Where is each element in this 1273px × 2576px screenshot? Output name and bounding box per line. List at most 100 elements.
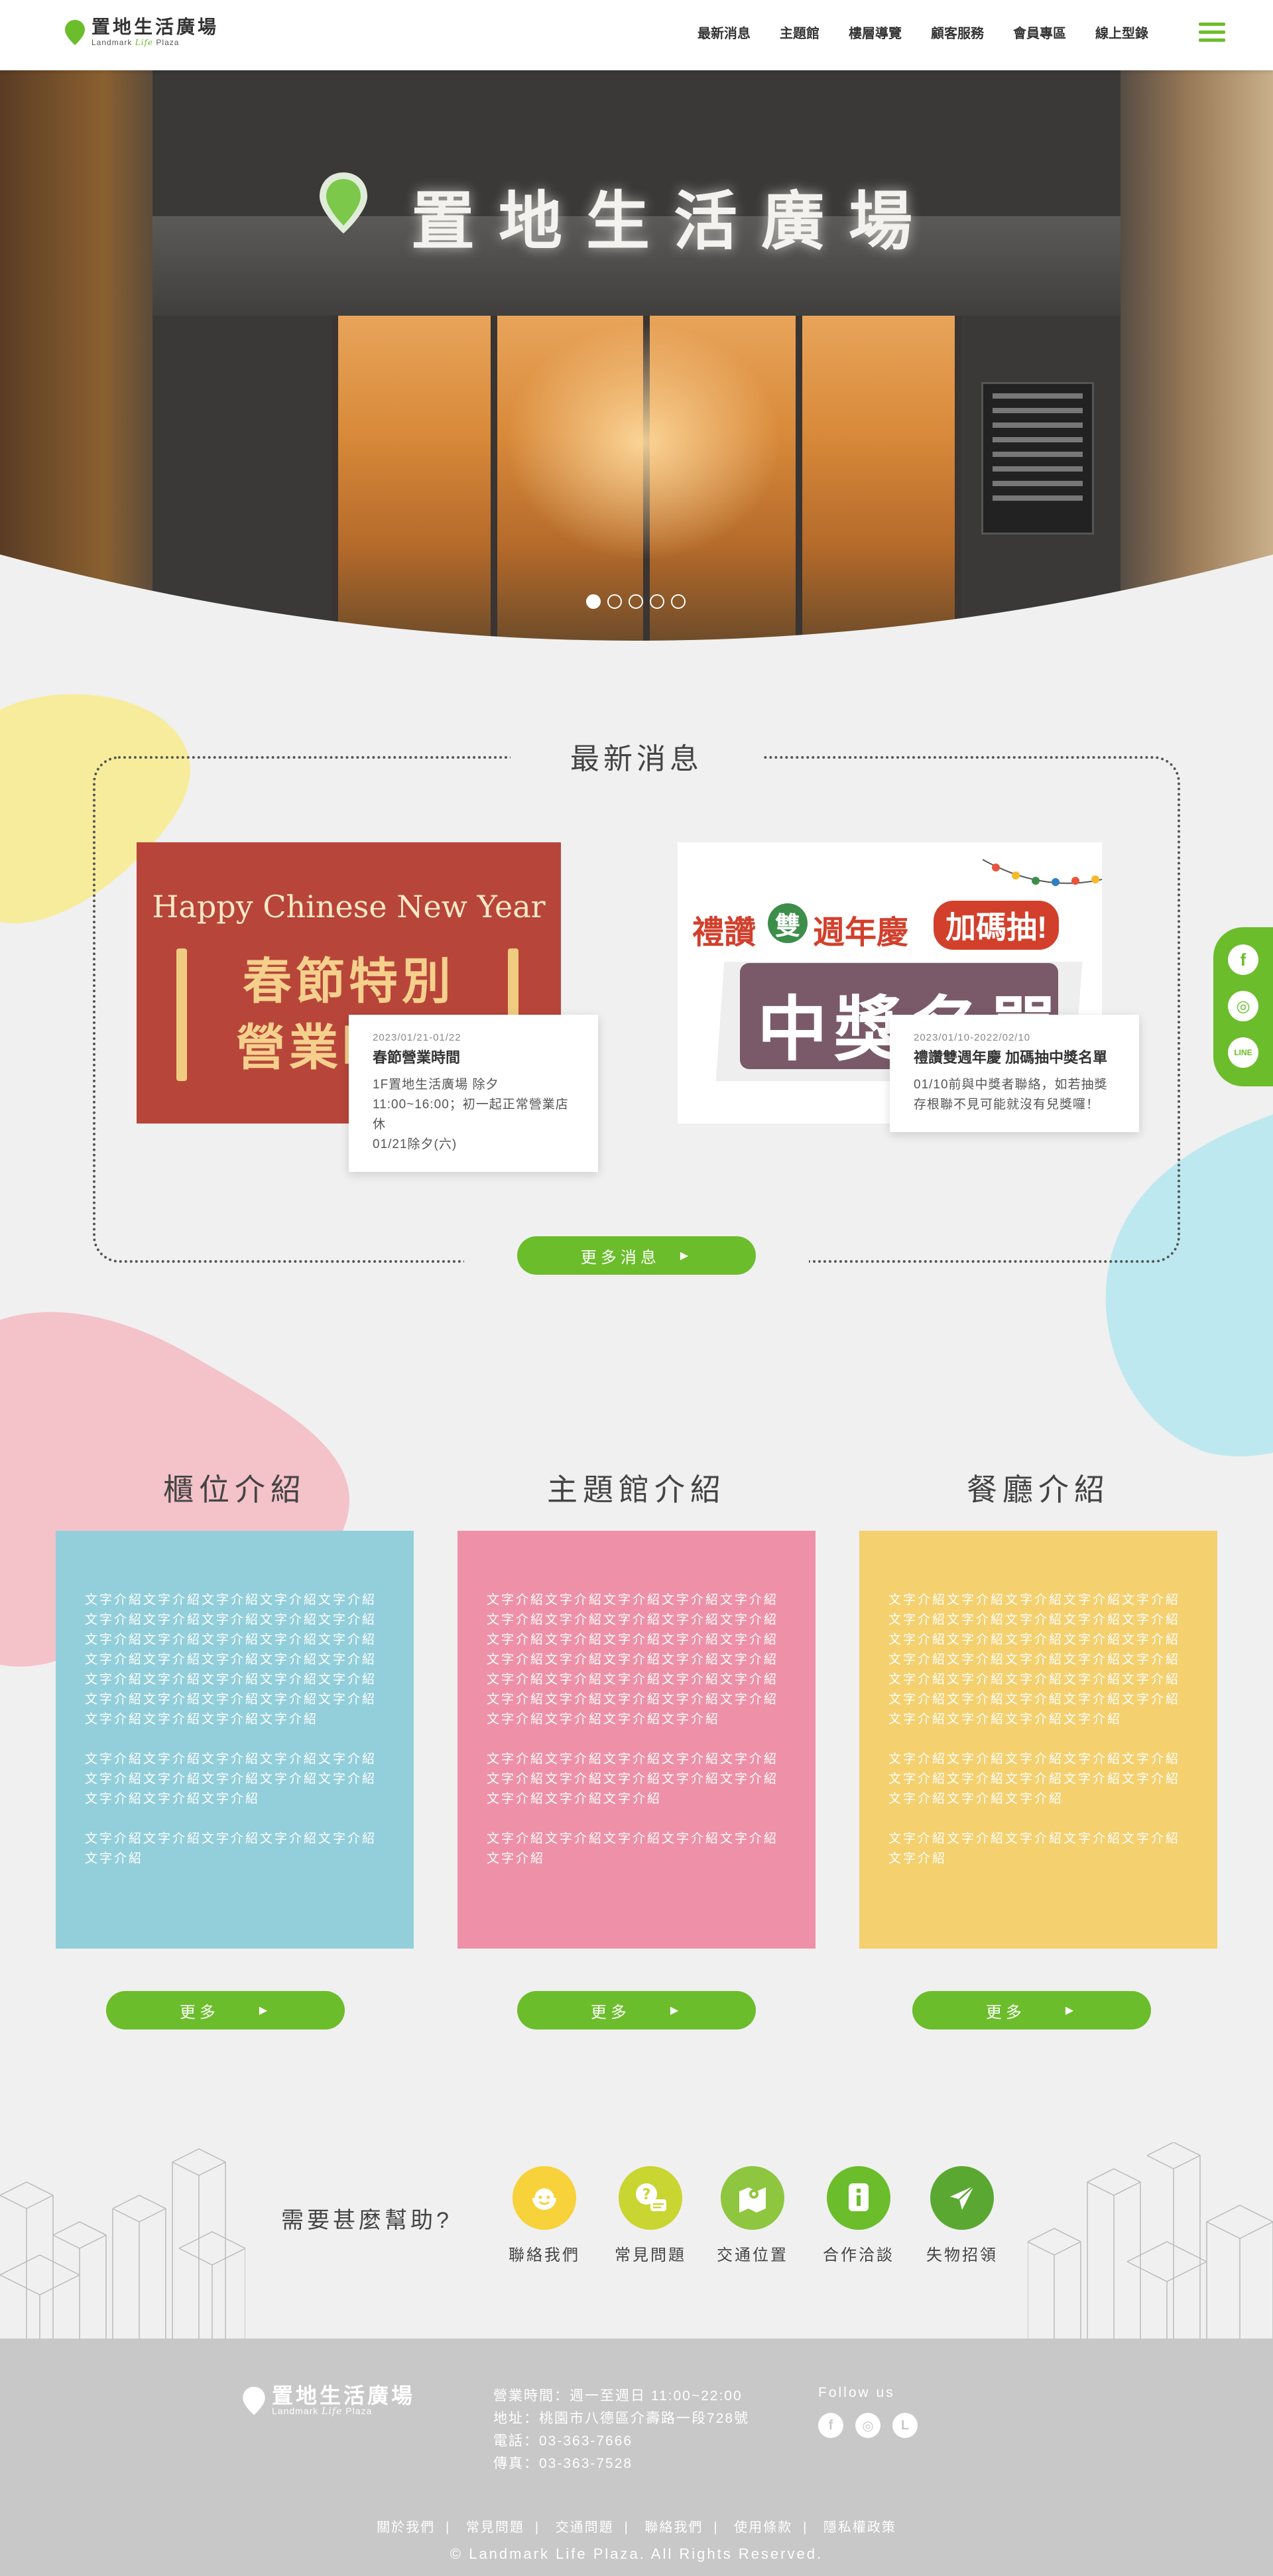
footer-link-about[interactable]: 關於我們 <box>377 2520 435 2535</box>
news-body-extra: 01/21除夕(六) <box>373 1137 457 1151</box>
theme-intro-title: 主題館介紹 <box>547 1472 726 1507</box>
restaurant-intro-title: 餐廳介紹 <box>967 1472 1110 1507</box>
news-image-caption: Happy Chinese New Year <box>152 889 546 925</box>
footer-phone: 電話：03-363-7666 <box>493 2433 633 2449</box>
intro-paragraph: 文字介紹文字介紹文字介紹文字介紹文字介紹文字介紹 <box>487 1832 779 1866</box>
news-headline: 春節營業時間 <box>373 1049 461 1066</box>
help-lost-found[interactable]: 失物招領 <box>926 2166 999 2265</box>
question-chat-icon: ? <box>619 2166 682 2230</box>
social-float-bar: f ◎ LINE <box>1213 927 1273 1086</box>
footer-facebook-icon[interactable]: f <box>818 2413 843 2438</box>
carousel-dot[interactable] <box>671 594 686 609</box>
footer-link-privacy[interactable]: 隱私權政策 <box>823 2520 896 2535</box>
footer-link-traffic[interactable]: 交通問題 <box>556 2520 614 2535</box>
help-cooperation-label: 合作洽談 <box>823 2246 894 2264</box>
help-lost-found-label: 失物招領 <box>926 2246 998 2264</box>
site-footer: 置地生活廣場 Landmark Life Plaza 營業時間：週一至週日 11… <box>0 2339 1273 2576</box>
nav-news[interactable]: 最新消息 <box>697 24 751 44</box>
logo-subtitle: Landmark Life Plaza <box>91 37 219 48</box>
nav-members[interactable]: 會員專區 <box>1013 24 1066 44</box>
help-faq-label: 常見問題 <box>615 2246 686 2264</box>
nav-floor-guide[interactable]: 樓層導覽 <box>849 24 902 44</box>
logo-title: 置地生活廣場 <box>91 17 219 37</box>
main-nav: 最新消息 主題館 樓層導覽 顧客服務 會員專區 線上型錄 <box>668 24 1148 44</box>
footer-fax: 傳真：03-363-7528 <box>493 2456 633 2471</box>
intro-paragraph: 文字介紹文字介紹文字介紹文字介紹文字介紹文字介紹文字介紹文字介紹文字介紹文字介紹… <box>888 1752 1181 1806</box>
intro-paragraph: 文字介紹文字介紹文字介紹文字介紹文字介紹文字介紹文字介紹文字介紹文字介紹文字介紹… <box>487 1593 779 1726</box>
more-news-label: 更多消息 <box>580 1248 660 1267</box>
intro-paragraph: 文字介紹文字介紹文字介紹文字介紹文字介紹文字介紹文字介紹文字介紹文字介紹文字介紹… <box>888 1593 1181 1726</box>
paper-plane-icon <box>930 2166 994 2230</box>
site-logo[interactable]: 置地生活廣場 Landmark Life Plaza <box>64 17 219 48</box>
carousel-dot[interactable] <box>629 594 643 609</box>
carousel-dot[interactable] <box>607 594 622 609</box>
more-label: 更多 <box>179 2003 219 2022</box>
footer-hours: 營業時間：週一至週日 11:00~22:00 <box>493 2388 743 2404</box>
city-outline-left <box>0 2148 245 2339</box>
map-icon <box>721 2166 784 2230</box>
news-date: 2023/01/21-01/22 <box>373 1032 461 1043</box>
news-card-anniversary[interactable]: 2023/01/10-2022/02/10 禮讚雙週年慶 加碼抽中獎名單 01/… <box>890 1015 1139 1132</box>
news-body: 1F置地生活廣場 除夕 11:00~16:00；初一起正常營業店休 <box>373 1078 569 1131</box>
bunting-decoration <box>983 859 1102 886</box>
carousel-dot[interactable] <box>650 594 664 609</box>
footer-link-terms[interactable]: 使用條款 <box>734 2520 792 2535</box>
hamburger-menu-icon[interactable] <box>1199 23 1225 44</box>
intro-paragraph: 文字介紹文字介紹文字介紹文字介紹文字介紹文字介紹文字介紹文字介紹文字介紹文字介紹… <box>85 1752 377 1806</box>
logo-en-life: Life <box>135 38 154 47</box>
restaurant-more-button[interactable]: 更多 ▶ <box>912 1991 1151 2029</box>
news-image-title: 春節特別 <box>243 954 455 1009</box>
more-news-button[interactable]: 更多消息 ▶ <box>517 1236 756 1275</box>
more-label: 更多 <box>590 2003 631 2022</box>
more-label: 更多 <box>985 2003 1026 2022</box>
counter-intro-card: 文字介紹文字介紹文字介紹文字介紹文字介紹文字介紹文字介紹文字介紹文字介紹文字介紹… <box>56 1531 414 1949</box>
hero-sign-text: 置地生活廣場 <box>411 184 936 259</box>
play-arrow-icon: ▶ <box>1065 2005 1078 2016</box>
news-headline: 禮讚雙週年慶 加碼抽中獎名單 <box>914 1049 1108 1066</box>
logo-en-left: Landmark <box>91 38 133 47</box>
footer-social: f ◎ L <box>818 2413 918 2438</box>
footer-info: 營業時間：週一至週日 11:00~22:00 地址：桃園市八德區介壽路一段728… <box>493 2385 749 2475</box>
footer-link-faq[interactable]: 常見問題 <box>466 2520 524 2535</box>
nav-catalog[interactable]: 線上型錄 <box>1095 24 1148 44</box>
counter-more-button[interactable]: 更多 ▶ <box>106 1991 345 2029</box>
line-icon[interactable]: LINE <box>1228 1037 1258 1068</box>
headset-icon <box>513 2166 576 2230</box>
play-arrow-icon: ▶ <box>670 2005 683 2016</box>
carousel-dots <box>586 594 686 609</box>
document-icon <box>827 2166 890 2230</box>
intro-paragraph: 文字介紹文字介紹文字介紹文字介紹文字介紹文字介紹文字介紹文字介紹文字介紹文字介紹… <box>487 1752 779 1806</box>
help-label: 需要甚麼幫助? <box>281 2208 452 2233</box>
footer-line-icon[interactable]: L <box>892 2413 918 2438</box>
carousel-dot[interactable] <box>586 594 601 609</box>
footer-copyright: © Landmark Life Plaza. All Rights Reserv… <box>450 2545 823 2562</box>
footer-instagram-icon[interactable]: ◎ <box>855 2413 880 2438</box>
help-contact-label: 聯絡我們 <box>509 2246 580 2264</box>
nav-theme[interactable]: 主題館 <box>780 24 819 44</box>
play-arrow-icon: ▶ <box>680 1250 693 1261</box>
news-image-badge: 雙 <box>768 903 808 943</box>
news-date: 2023/01/10-2022/02/10 <box>914 1032 1031 1043</box>
sign-pin-icon <box>320 172 367 233</box>
news-card-cny[interactable]: 2023/01/21-01/22 春節營業時間 1F置地生活廣場 除夕 11:0… <box>349 1015 598 1172</box>
theme-intro-card: 文字介紹文字介紹文字介紹文字介紹文字介紹文字介紹文字介紹文字介紹文字介紹文字介紹… <box>457 1531 816 1949</box>
logo-en-right: Plaza <box>156 38 180 47</box>
help-faq[interactable]: ? 常見問題 <box>614 2166 687 2265</box>
instagram-icon[interactable]: ◎ <box>1228 991 1258 1021</box>
news-image-tag: 加碼抽! <box>934 901 1060 950</box>
news-section-title: 最新消息 <box>570 743 703 775</box>
intro-paragraph: 文字介紹文字介紹文字介紹文字介紹文字介紹文字介紹文字介紹文字介紹文字介紹文字介紹… <box>85 1593 377 1726</box>
location-pin-icon <box>65 20 85 45</box>
news-image-word2: 週年慶 <box>813 915 909 950</box>
news-body: 01/10前與中獎者聯絡，如若抽獎存根聯不見可能就沒有兒獎囉！ <box>914 1078 1108 1112</box>
play-arrow-icon: ▶ <box>259 2005 272 2016</box>
nav-customer-service[interactable]: 顧客服務 <box>931 24 984 44</box>
theme-more-button[interactable]: 更多 ▶ <box>517 1991 756 2029</box>
help-cooperation[interactable]: 合作洽談 <box>822 2166 895 2265</box>
help-location[interactable]: 交通位置 <box>716 2166 789 2265</box>
intro-paragraph: 文字介紹文字介紹文字介紹文字介紹文字介紹文字介紹 <box>888 1832 1181 1866</box>
footer-logo[interactable]: 置地生活廣場 Landmark Life Plaza <box>241 2385 415 2417</box>
help-contact-us[interactable]: 聯絡我們 <box>508 2166 581 2265</box>
facebook-icon[interactable]: f <box>1228 944 1258 975</box>
footer-link-contact[interactable]: 聯絡我們 <box>644 2520 703 2535</box>
